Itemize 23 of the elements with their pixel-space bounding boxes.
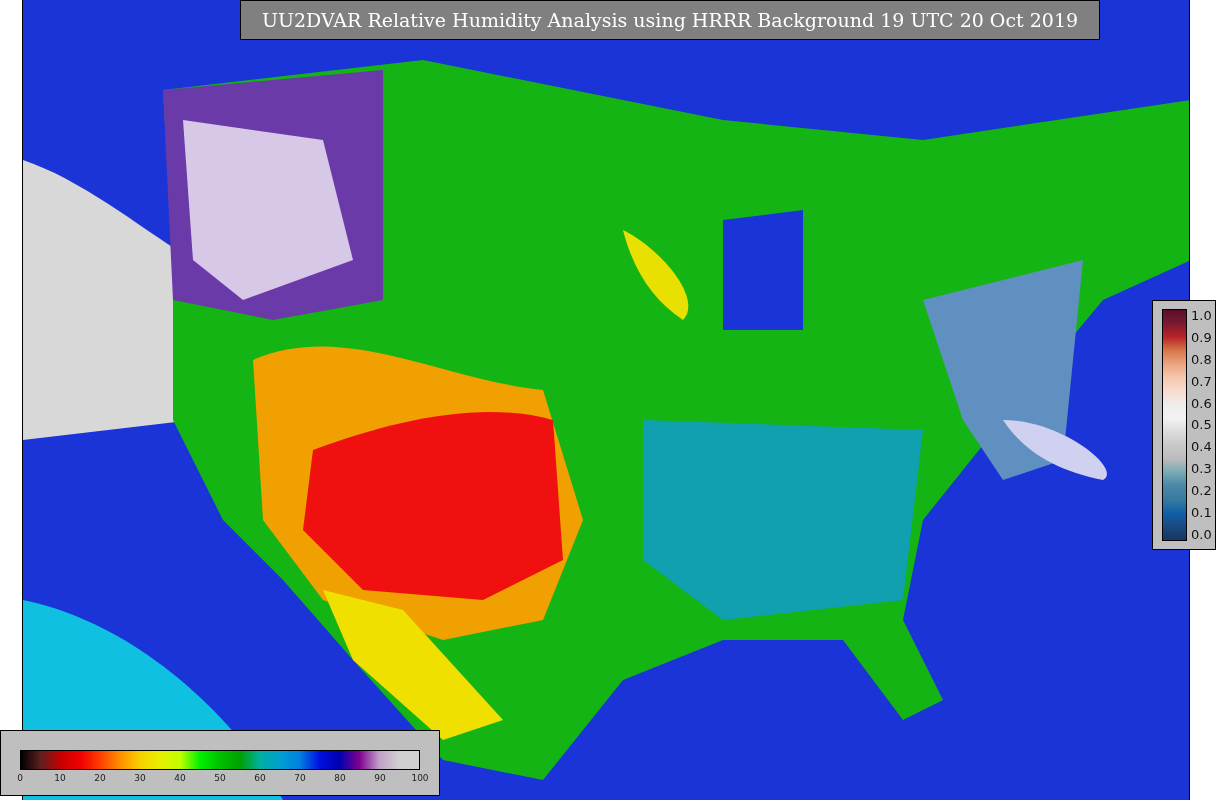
scale-label: 0.3 [1191, 462, 1212, 476]
scale-label: 60 [253, 772, 267, 785]
scale-label: 0.6 [1191, 396, 1212, 410]
scale-label: 100 [410, 772, 430, 785]
scale-label: 30 [133, 772, 147, 785]
scale-label: 50 [213, 772, 227, 785]
scale-label: 0.2 [1191, 484, 1212, 498]
scale-label: 1.0 [1191, 309, 1212, 322]
map-title: UU2DVAR Relative Humidity Analysis using HRRR Background 19 UTC 20 Oct 2019 [240, 0, 1100, 40]
scale-label: 0.8 [1191, 352, 1212, 366]
scale-label: 0.0 [1191, 527, 1212, 541]
scale-label: 0.7 [1191, 374, 1212, 388]
scale-label: 40 [173, 772, 187, 785]
scale-label: 70 [293, 772, 307, 785]
scale-label: 0.4 [1191, 440, 1212, 454]
scale-label: 90 [373, 772, 387, 785]
scale-label: 20 [93, 772, 107, 785]
scale-label: 80 [333, 772, 347, 785]
scale-label: 10 [53, 772, 67, 785]
scale-label: 0.1 [1191, 506, 1212, 519]
scale-label: 0.9 [1191, 330, 1212, 344]
scale-label: 0 [16, 772, 24, 785]
scale-label: 0.5 [1191, 418, 1212, 432]
